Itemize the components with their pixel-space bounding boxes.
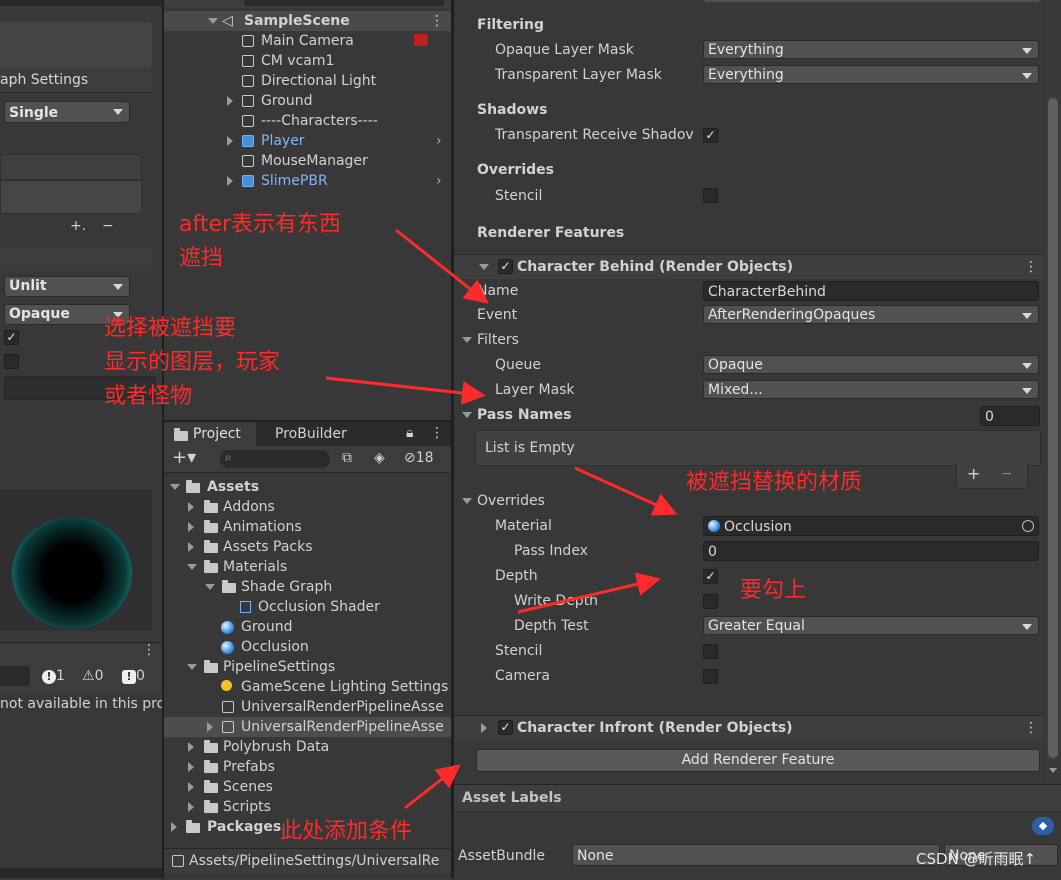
arrow-to-material bbox=[574, 466, 678, 516]
arrow-to-add-feature bbox=[404, 764, 461, 810]
annotation-add: 此处添加条件 bbox=[280, 819, 413, 844]
annotation-arrows bbox=[325, 228, 678, 810]
arrow-to-event bbox=[395, 228, 489, 304]
annotation-after: after表示有东西 遮挡 bbox=[179, 208, 341, 276]
annotation-line: 选择被遮挡要 bbox=[104, 316, 237, 341]
annotation-line: 或者怪物 bbox=[104, 384, 193, 409]
annotation-line: after表示有东西 bbox=[179, 212, 342, 237]
annotation-material: 被遮挡替换的材质 bbox=[686, 470, 863, 495]
annotation-layer: 选择被遮挡要显示的图层，玩家 或者怪物 bbox=[104, 312, 280, 414]
annotation-line: 遮挡 bbox=[179, 246, 224, 271]
annotation-depth: 要勾上 bbox=[740, 578, 807, 603]
arrow-to-depth bbox=[517, 572, 661, 614]
arrow-to-layer-mask bbox=[325, 376, 486, 405]
annotation-line: 显示的图层，玩家 bbox=[104, 350, 281, 375]
watermark: CSDN @昕雨眠↑ bbox=[916, 850, 1037, 868]
